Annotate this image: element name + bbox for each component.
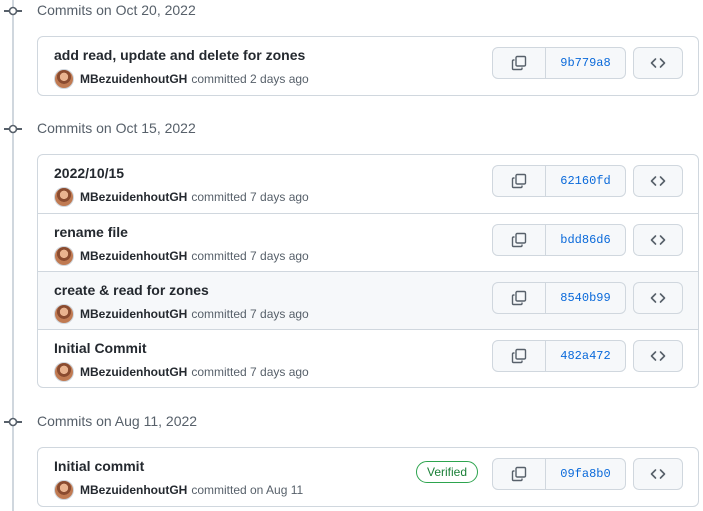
copy-sha-button[interactable]: [493, 166, 546, 196]
commit-time: committed on Aug 11: [191, 483, 304, 497]
commit-sha-link[interactable]: bdd86d6: [546, 225, 625, 255]
commit-row: rename file MBezuidenhoutGH committed 7 …: [38, 213, 698, 271]
commit-list: add read, update and delete for zones MB…: [37, 36, 699, 96]
browse-repo-button[interactable]: [633, 165, 683, 197]
avatar[interactable]: [54, 304, 74, 324]
commit-meta: MBezuidenhoutGH committed 7 days ago: [54, 362, 309, 382]
sha-button-group: 8540b99: [492, 282, 626, 314]
commit-meta: MBezuidenhoutGH committed 7 days ago: [54, 304, 309, 324]
commit-message-link[interactable]: rename file: [54, 224, 128, 240]
code-icon: [650, 173, 666, 189]
copy-icon: [511, 173, 527, 189]
commit-sha-link[interactable]: 09fa8b0: [546, 459, 625, 489]
author-link[interactable]: MBezuidenhoutGH: [80, 307, 187, 321]
copy-sha-button[interactable]: [493, 341, 546, 371]
code-icon: [650, 348, 666, 364]
timeline-line: [12, 0, 14, 511]
browse-repo-button[interactable]: [633, 47, 683, 79]
code-icon: [650, 290, 666, 306]
commit-time: committed 7 days ago: [191, 249, 309, 263]
browse-repo-button[interactable]: [633, 340, 683, 372]
author-link[interactable]: MBezuidenhoutGH: [80, 190, 187, 204]
commit-row: create & read for zones MBezuidenhoutGH …: [38, 271, 698, 329]
author-link[interactable]: MBezuidenhoutGH: [80, 483, 187, 497]
commit-message-link[interactable]: Initial commit: [54, 458, 144, 474]
copy-icon: [511, 55, 527, 71]
commit-meta: MBezuidenhoutGH committed on Aug 11: [54, 480, 303, 500]
avatar[interactable]: [54, 69, 74, 89]
commit-sha-link[interactable]: 62160fd: [546, 166, 625, 196]
sha-button-group: bdd86d6: [492, 224, 626, 256]
commit-meta: MBezuidenhoutGH committed 2 days ago: [54, 69, 309, 89]
commit-time: committed 7 days ago: [191, 307, 309, 321]
sha-button-group: 62160fd: [492, 165, 626, 197]
commit-row: add read, update and delete for zones MB…: [38, 37, 698, 95]
author-link[interactable]: MBezuidenhoutGH: [80, 365, 187, 379]
sha-button-group: 482a472: [492, 340, 626, 372]
copy-icon: [511, 348, 527, 364]
commit-meta: MBezuidenhoutGH committed 7 days ago: [54, 246, 309, 266]
copy-sha-button[interactable]: [493, 283, 546, 313]
avatar[interactable]: [54, 187, 74, 207]
verified-badge[interactable]: Verified: [416, 461, 479, 483]
commit-time: committed 7 days ago: [191, 190, 309, 204]
copy-icon: [511, 232, 527, 248]
commit-row: 2022/10/15 MBezuidenhoutGH committed 7 d…: [38, 155, 698, 213]
commit-row: Initial commit MBezuidenhoutGH committed…: [38, 448, 698, 506]
browse-repo-button[interactable]: [633, 282, 683, 314]
author-link[interactable]: MBezuidenhoutGH: [80, 72, 187, 86]
commit-message-link[interactable]: Initial Commit: [54, 340, 147, 356]
code-icon: [650, 466, 666, 482]
commit-row: Initial Commit MBezuidenhoutGH committed…: [38, 329, 698, 387]
code-icon: [650, 232, 666, 248]
browse-repo-button[interactable]: [633, 458, 683, 490]
author-link[interactable]: MBezuidenhoutGH: [80, 249, 187, 263]
commit-message-link[interactable]: add read, update and delete for zones: [54, 47, 305, 63]
commit-sha-link[interactable]: 482a472: [546, 341, 625, 371]
copy-sha-button[interactable]: [493, 225, 546, 255]
commit-sha-link[interactable]: 8540b99: [546, 283, 625, 313]
commit-time: committed 2 days ago: [191, 72, 309, 86]
commit-list: Initial commit MBezuidenhoutGH committed…: [37, 447, 699, 507]
commit-list: 2022/10/15 MBezuidenhoutGH committed 7 d…: [37, 154, 699, 388]
commit-group-title: Commits on Oct 20, 2022: [37, 2, 196, 18]
commit-message-link[interactable]: 2022/10/15: [54, 165, 124, 181]
avatar[interactable]: [54, 362, 74, 382]
commit-message-link[interactable]: create & read for zones: [54, 282, 209, 298]
git-commit-icon: [4, 414, 22, 430]
commit-group-title: Commits on Aug 11, 2022: [37, 413, 198, 429]
sha-button-group: 09fa8b0: [492, 458, 626, 490]
commit-meta: MBezuidenhoutGH committed 7 days ago: [54, 187, 309, 207]
commit-sha-link[interactable]: 9b779a8: [546, 48, 625, 78]
git-commit-icon: [4, 121, 22, 137]
copy-icon: [511, 466, 527, 482]
code-icon: [650, 55, 666, 71]
avatar[interactable]: [54, 246, 74, 266]
copy-sha-button[interactable]: [493, 48, 546, 78]
copy-icon: [511, 290, 527, 306]
copy-sha-button[interactable]: [493, 459, 546, 489]
sha-button-group: 9b779a8: [492, 47, 626, 79]
avatar[interactable]: [54, 480, 74, 500]
git-commit-icon: [4, 3, 22, 19]
commit-group-title: Commits on Oct 15, 2022: [37, 120, 196, 136]
commit-time: committed 7 days ago: [191, 365, 309, 379]
browse-repo-button[interactable]: [633, 224, 683, 256]
